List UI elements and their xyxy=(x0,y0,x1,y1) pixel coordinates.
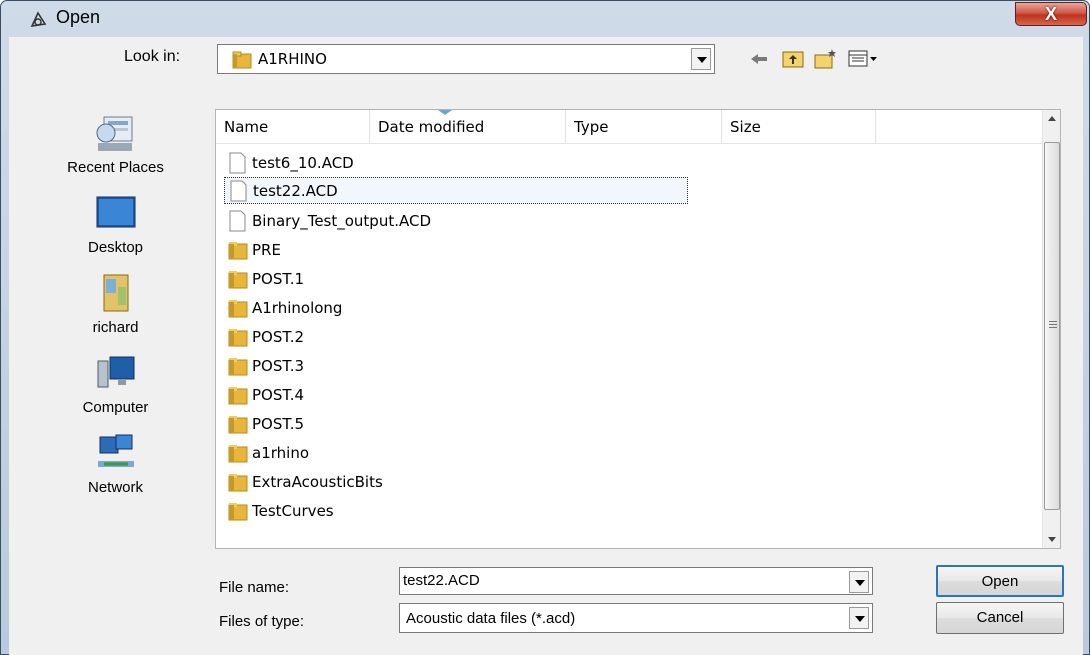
up-folder-icon[interactable] xyxy=(781,47,805,71)
column-header: Name Date modified Type Size xyxy=(216,110,1042,144)
file-name: Binary_Test_output.ACD xyxy=(252,211,432,230)
sort-indicator-icon xyxy=(438,110,452,115)
list-item[interactable]: Binary_Test_output.ACD xyxy=(224,206,431,235)
folder-icon xyxy=(228,299,248,317)
folder-name: POST.3 xyxy=(252,356,305,375)
place-recent-places[interactable]: Recent Places xyxy=(43,107,188,183)
scroll-down-icon[interactable] xyxy=(1043,530,1061,548)
close-button[interactable]: X xyxy=(1015,2,1087,26)
file-name-value: test22.ACD xyxy=(403,572,480,589)
file-name: test22.ACD xyxy=(253,181,338,200)
close-icon: X xyxy=(1044,4,1057,24)
list-item[interactable]: POST.5 xyxy=(224,409,304,438)
place-richard[interactable]: richard xyxy=(43,267,188,343)
place-network[interactable]: Network xyxy=(43,427,188,503)
recent-places-icon xyxy=(96,116,132,151)
folder-name: a1rhino xyxy=(252,443,309,462)
file-icon xyxy=(229,152,246,173)
folder-name: ExtraAcousticBits xyxy=(252,472,383,491)
file-type-dropdown[interactable]: Acoustic data files (*.acd) xyxy=(399,603,873,633)
network-icon xyxy=(97,434,134,467)
place-label: Recent Places xyxy=(67,159,164,176)
title-bar[interactable]: Open X xyxy=(1,1,1089,35)
file-name-label: File name: xyxy=(219,579,290,596)
list-item[interactable]: POST.1 xyxy=(224,264,304,293)
list-item-selected[interactable]: test22.ACD xyxy=(224,177,688,204)
grip-icon xyxy=(1049,321,1057,328)
place-label: richard xyxy=(92,319,139,336)
folder-icon xyxy=(228,386,248,404)
chevron-down-icon[interactable] xyxy=(849,571,869,593)
folder-icon xyxy=(228,415,248,433)
list-item[interactable]: A1rhinolong xyxy=(224,293,342,322)
folder-icon xyxy=(228,473,248,491)
place-label: Computer xyxy=(82,399,149,416)
folder-icon xyxy=(228,502,248,520)
list-item[interactable]: a1rhino xyxy=(224,438,309,467)
folder-icon xyxy=(228,328,248,346)
list-item[interactable]: POST.3 xyxy=(224,351,304,380)
vertical-scrollbar[interactable] xyxy=(1042,110,1060,548)
place-desktop[interactable]: Desktop xyxy=(43,187,188,263)
column-size[interactable]: Size xyxy=(722,110,876,144)
scroll-thumb[interactable] xyxy=(1044,142,1060,510)
folder-name: POST.4 xyxy=(252,385,305,404)
list-item[interactable]: POST.2 xyxy=(224,322,304,351)
user-folder-icon xyxy=(103,274,128,312)
view-menu-icon[interactable] xyxy=(847,47,881,71)
look-in-dropdown[interactable]: A1RHINO xyxy=(217,44,715,74)
place-label: Desktop xyxy=(87,239,144,256)
folder-name: POST.5 xyxy=(252,414,305,433)
folder-name: A1rhinolong xyxy=(252,298,343,317)
scroll-up-icon[interactable] xyxy=(1043,110,1061,128)
folder-icon xyxy=(232,51,252,69)
look-in-label: Look in: xyxy=(124,48,181,65)
computer-icon xyxy=(97,356,134,388)
file-icon xyxy=(229,210,246,231)
new-folder-icon[interactable] xyxy=(813,47,837,71)
places-bar: Recent Places Desktop richard Computer N… xyxy=(43,107,188,507)
place-label: Network xyxy=(87,479,143,496)
folder-name: PRE xyxy=(252,240,281,259)
file-name-input[interactable]: test22.ACD xyxy=(399,567,873,595)
dialog-body: Look in: A1RHINO Recent Places Desktop r… xyxy=(9,37,1083,655)
folder-icon xyxy=(228,357,248,375)
open-dialog-icon xyxy=(30,11,47,28)
file-type-value: Acoustic data files (*.acd) xyxy=(406,610,576,627)
chevron-down-icon[interactable] xyxy=(691,48,711,70)
desktop-icon xyxy=(96,196,135,228)
place-computer[interactable]: Computer xyxy=(43,347,188,423)
cancel-button[interactable]: Cancel xyxy=(936,602,1064,634)
list-item[interactable]: test6_10.ACD xyxy=(224,148,354,177)
folder-icon xyxy=(228,241,248,259)
folder-name: TestCurves xyxy=(252,501,334,520)
chevron-down-icon[interactable] xyxy=(849,607,869,629)
open-button[interactable]: Open xyxy=(936,565,1064,597)
file-name: test6_10.ACD xyxy=(252,153,354,172)
column-date-modified[interactable]: Date modified xyxy=(370,110,566,144)
file-type-label: Files of type: xyxy=(219,613,305,630)
column-type[interactable]: Type xyxy=(566,110,722,144)
file-list[interactable]: Name Date modified Type Size test6_10.AC… xyxy=(215,109,1061,549)
list-item[interactable]: POST.4 xyxy=(224,380,304,409)
folder-icon xyxy=(228,270,248,288)
folder-name: POST.2 xyxy=(252,327,305,346)
window-title: Open xyxy=(56,7,101,27)
look-in-value: A1RHINO xyxy=(258,50,327,68)
folder-icon xyxy=(228,444,248,462)
folder-name: POST.1 xyxy=(252,269,305,288)
list-item[interactable]: TestCurves xyxy=(224,496,334,525)
list-item[interactable]: PRE xyxy=(224,235,281,264)
file-icon xyxy=(230,180,247,201)
back-icon[interactable] xyxy=(747,47,771,71)
open-dialog: Open X Look in: A1RHINO Recent Places De… xyxy=(0,0,1090,655)
list-item[interactable]: ExtraAcousticBits xyxy=(224,467,383,496)
column-name[interactable]: Name xyxy=(216,110,370,144)
